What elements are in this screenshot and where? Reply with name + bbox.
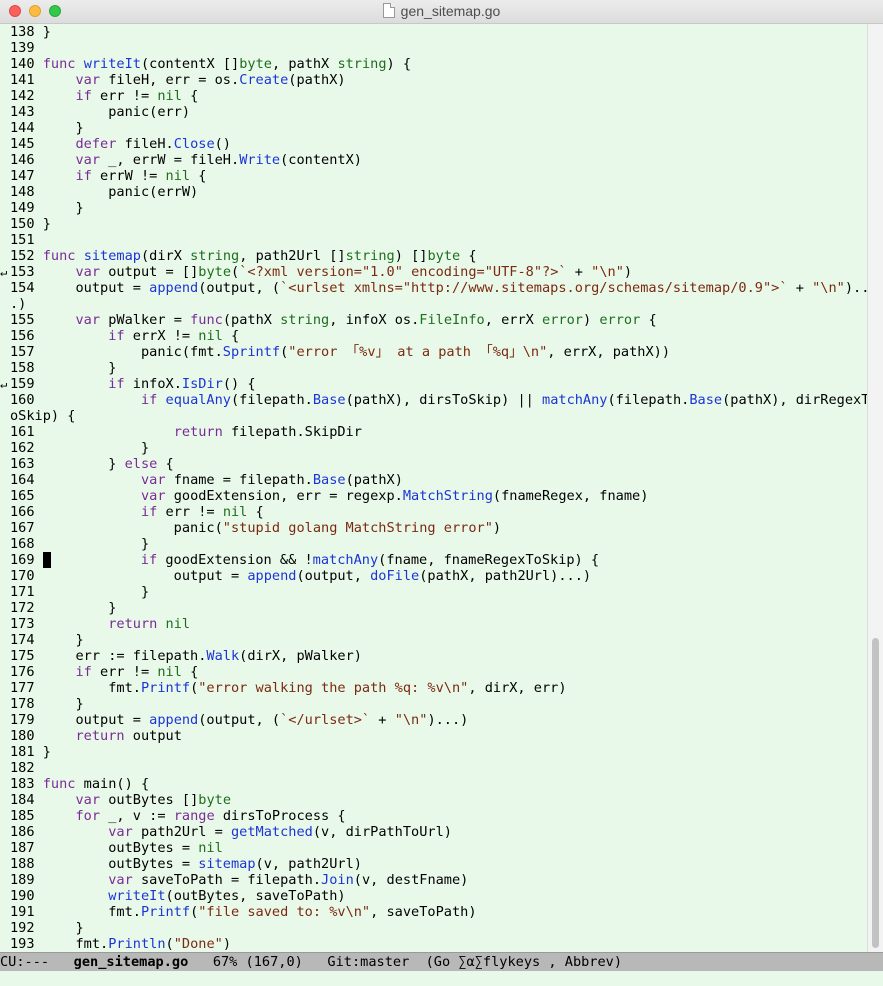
code-line[interactable]: 175 err := filepath.Walk(dirX, pWalker) [10, 648, 868, 664]
code-line[interactable]: 171 } [10, 584, 868, 600]
code-line[interactable]: 185 for _, v := range dirsToProcess { [10, 808, 868, 824]
code-line[interactable]: 174 } [10, 632, 868, 648]
code-line[interactable]: 165 var goodExtension, err = regexp.Matc… [10, 488, 868, 504]
code-line[interactable]: 163 } else { [10, 456, 868, 472]
code-line[interactable]: 169 if goodExtension && !matchAny(fname,… [10, 552, 868, 568]
window-title-area: gen_sitemap.go [0, 3, 883, 19]
modeline-position: 67% (167,0) [212, 954, 303, 970]
title-bar: gen_sitemap.go [0, 0, 883, 24]
code-line[interactable]: 166 if err != nil { [10, 504, 868, 520]
code-line[interactable]: 138 } [10, 24, 868, 40]
code-line[interactable]: 147 if errW != nil { [10, 168, 868, 184]
code-line[interactable]: 157 panic(fmt.Sprintf("error 「%v」 at a p… [10, 344, 868, 360]
editor-buffer[interactable]: ↵ ↵ 138 } 139 140 func writeIt(contentX []b… [0, 24, 883, 952]
code-line[interactable]: 161 return filepath.SkipDir [10, 424, 868, 440]
code-line[interactable]: 158 } [10, 360, 868, 376]
code-line[interactable]: 183 func main() { [10, 776, 868, 792]
code-line[interactable]: 184 var outBytes []byte [10, 792, 868, 808]
vertical-scrollbar[interactable] [867, 24, 883, 952]
code-line[interactable]: 189 var saveToPath = filepath.Join(v, de… [10, 872, 868, 888]
code-line[interactable]: 146 var _, errW = fileH.Write(contentX) [10, 152, 868, 168]
code-line[interactable]: 148 panic(errW) [10, 184, 868, 200]
text-cursor [42, 552, 51, 568]
code-line[interactable]: 193 fmt.Println("Done") [10, 936, 868, 952]
document-icon [382, 3, 395, 18]
code-line[interactable]: 179 output = append(output, (`</urlset>`… [10, 712, 868, 728]
code-line[interactable]: 139 [10, 40, 868, 56]
code-line[interactable]: 156 if errX != nil { [10, 328, 868, 344]
modeline-status: CU:--- [0, 954, 50, 970]
code-line[interactable]: 149 } [10, 200, 868, 216]
code-line[interactable]: 167 panic("stupid golang MatchString err… [10, 520, 868, 536]
code-line[interactable]: 170 output = append(output, doFile(pathX… [10, 568, 868, 584]
minibuffer[interactable] [0, 971, 883, 986]
code-line[interactable]: 191 fmt.Printf("file saved to: %v\n", sa… [10, 904, 868, 920]
code-line[interactable]: 160 if equalAny(filepath.Base(pathX), di… [10, 392, 868, 408]
modeline-vc: Git:master [327, 954, 410, 970]
code-line[interactable]: 152 func sitemap(dirX string, path2Url [… [10, 248, 868, 264]
code-line[interactable]: 176 if err != nil { [10, 664, 868, 680]
code-line[interactable]: 140 func writeIt(contentX []byte, pathX … [10, 56, 868, 72]
code-line[interactable]: 141 var fileH, err = os.Create(pathX) [10, 72, 868, 88]
code-line[interactable]: 187 outBytes = nil [10, 840, 868, 856]
code-line[interactable]: 150 } [10, 216, 868, 232]
code-line[interactable]: 172 } [10, 600, 868, 616]
code-line[interactable]: 151 [10, 232, 868, 248]
mode-line: CU:--- gen_sitemap.go 67% (167,0) Git:ma… [0, 952, 883, 971]
window-title: gen_sitemap.go [400, 3, 501, 19]
code-line[interactable]: 164 var fname = filepath.Base(pathX) [10, 472, 868, 488]
modeline-buffer-name: gen_sitemap.go [73, 954, 189, 970]
code-line[interactable]: 192 } [10, 920, 868, 936]
code-line[interactable]: 155 var pWalker = func(pathX string, inf… [10, 312, 868, 328]
code-line[interactable]: 143 panic(err) [10, 104, 868, 120]
code-line[interactable]: 153 var output = []byte(`<?xml version="… [10, 264, 868, 280]
code-line[interactable]: 142 if err != nil { [10, 88, 868, 104]
modeline-modes: (Go ∑α∑flykeys , Abbrev) [425, 954, 623, 970]
code-line[interactable]: 177 fmt.Printf("error walking the path %… [10, 680, 868, 696]
line-wrap-icon: ↵ [0, 265, 8, 279]
code-line[interactable]: 145 defer fileH.Close() [10, 136, 868, 152]
code-line[interactable]: 178 } [10, 696, 868, 712]
code-line[interactable]: 144 } [10, 120, 868, 136]
line-wrap-icon: ↵ [0, 377, 8, 391]
code-line[interactable]: 180 return output [10, 728, 868, 744]
code-line[interactable]: 188 outBytes = sitemap(v, path2Url) [10, 856, 868, 872]
code-line[interactable]: .) [10, 296, 868, 312]
code-line[interactable]: 186 var path2Url = getMatched(v, dirPath… [10, 824, 868, 840]
code-line[interactable]: 181 } [10, 744, 868, 760]
code-area[interactable]: 138 } 139 140 func writeIt(contentX []byte… [10, 24, 868, 952]
code-line[interactable]: 162 } [10, 440, 868, 456]
code-line[interactable]: 168 } [10, 536, 868, 552]
code-line[interactable]: 159 if infoX.IsDir() { [10, 376, 868, 392]
code-line[interactable]: oSkip) { [10, 408, 868, 424]
code-line[interactable]: 182 [10, 760, 868, 776]
left-fringe [0, 24, 10, 952]
scrollbar-thumb[interactable] [872, 638, 879, 948]
code-line[interactable]: 190 writeIt(outBytes, saveToPath) [10, 888, 868, 904]
code-line[interactable]: 173 return nil [10, 616, 868, 632]
code-line[interactable]: 154 output = append(output, (`<urlset xm… [10, 280, 868, 296]
